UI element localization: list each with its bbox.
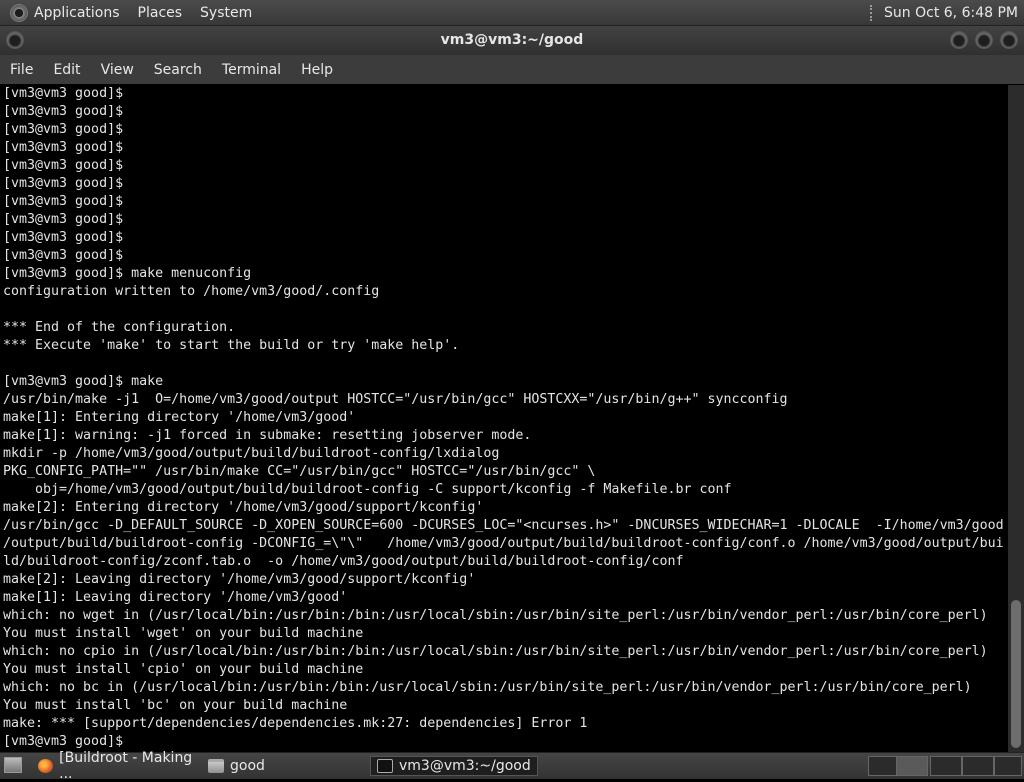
terminal-line: [vm3@vm3 good]$ <box>3 212 124 227</box>
terminal-line: make[1]: Entering directory '/home/vm3/g… <box>3 410 356 425</box>
bottom-panel: [Buildroot - Making ... good vm3@vm3:~/g… <box>0 750 1024 782</box>
workspace-1[interactable] <box>896 756 928 776</box>
close-button[interactable] <box>1000 31 1018 49</box>
places-menu[interactable]: Places <box>138 5 183 21</box>
terminal-line: ld/buildroot-config/zconf.tab.o -o /home… <box>3 554 684 569</box>
gnome-foot-icon[interactable] <box>10 3 28 22</box>
terminal-line: *** End of the configuration. <box>3 320 236 335</box>
terminal-line: [vm3@vm3 good]$ make <box>3 374 164 389</box>
task-label: good <box>230 758 265 774</box>
workspace-2[interactable] <box>930 756 962 776</box>
task-label: vm3@vm3:~/good <box>399 758 531 774</box>
terminal-line: You must install 'wget' on your build ma… <box>3 626 364 641</box>
terminal-line: PKG_CONFIG_PATH="" /usr/bin/make CC="/us… <box>3 464 596 479</box>
terminal-line: make[1]: Leaving directory '/home/vm3/go… <box>3 590 348 605</box>
menu-search[interactable]: Search <box>154 62 202 78</box>
minimize-button[interactable] <box>950 31 968 49</box>
menu-file[interactable]: File <box>10 62 33 78</box>
terminal-line: /usr/bin/gcc -D_DEFAULT_SOURCE -D_XOPEN_… <box>3 518 1004 533</box>
terminal-line: which: no wget in (/usr/local/bin:/usr/b… <box>3 608 988 623</box>
terminal-line: /usr/bin/make -j1 O=/home/vm3/good/outpu… <box>3 392 788 407</box>
terminal-line: /output/build/buildroot-config -DCONFIG_… <box>3 536 1004 551</box>
terminal-line: [vm3@vm3 good]$ make menuconfig <box>3 266 252 281</box>
terminal-line: which: no cpio in (/usr/local/bin:/usr/b… <box>3 644 988 659</box>
terminal-line: make: *** [support/dependencies/dependen… <box>3 716 588 731</box>
task-browser[interactable]: [Buildroot - Making ... <box>32 750 202 782</box>
terminal-line: make[1]: warning: -j1 forced in submake:… <box>3 428 532 443</box>
menu-terminal[interactable]: Terminal <box>222 62 281 78</box>
terminal-line: You must install 'bc' on your build mach… <box>3 698 348 713</box>
terminal-line: configuration written to /home/vm3/good/… <box>3 284 380 299</box>
terminal-line: [vm3@vm3 good]$ <box>3 248 124 263</box>
show-desktop-icon[interactable] <box>4 757 22 773</box>
clock[interactable]: Sun Oct 6, 6:48 PM <box>884 5 1018 21</box>
panel-handle-icon <box>870 4 876 21</box>
terminal-line: [vm3@vm3 good]$ <box>3 122 124 137</box>
task-terminal[interactable]: vm3@vm3:~/good <box>370 756 538 776</box>
terminal-icon <box>377 759 393 773</box>
terminal-line: [vm3@vm3 good]$ <box>3 158 124 173</box>
terminal-line: *** Execute 'make' to start the build or… <box>3 338 460 353</box>
terminal-line: [vm3@vm3 good]$ <box>3 230 124 245</box>
terminal-scrollbar[interactable] <box>1008 85 1024 752</box>
terminal-line: You must install 'cpio' on your build ma… <box>3 662 364 677</box>
workspace-3[interactable] <box>962 756 994 776</box>
menu-view[interactable]: View <box>101 62 134 78</box>
terminal-output[interactable]: [vm3@vm3 good]$ [vm3@vm3 good]$ [vm3@vm3 g… <box>0 85 1008 752</box>
terminal-line: obj=/home/vm3/good/output/build/buildroo… <box>3 482 732 497</box>
applications-menu[interactable]: Applications <box>34 5 120 21</box>
task-label: [Buildroot - Making ... <box>59 750 193 782</box>
terminal-line: [vm3@vm3 good]$ <box>3 140 124 155</box>
terminal-line: make[2]: Entering directory '/home/vm3/g… <box>3 500 484 515</box>
menu-edit[interactable]: Edit <box>53 62 80 78</box>
terminal-line: which: no bc in (/usr/local/bin:/usr/bin… <box>3 680 972 695</box>
system-menu[interactable]: System <box>200 5 252 21</box>
terminal-text: [vm3@vm3 good]$ [vm3@vm3 good]$ [vm3@vm3 g… <box>0 85 1008 751</box>
window-title: vm3@vm3:~/good <box>440 32 584 48</box>
terminal-line: [vm3@vm3 good]$ <box>3 86 124 101</box>
terminal-line: [vm3@vm3 good]$ <box>3 194 124 209</box>
folder-icon <box>208 759 224 773</box>
terminal-line: make[2]: Leaving directory '/home/vm3/go… <box>3 572 476 587</box>
maximize-button[interactable] <box>975 31 993 49</box>
workspace-4[interactable] <box>994 756 1022 776</box>
terminal-line: [vm3@vm3 good]$ <box>3 176 124 191</box>
scrollbar-thumb[interactable] <box>1011 600 1021 748</box>
terminal-menubar: File Edit View Search Terminal Help <box>0 55 1024 84</box>
window-titlebar[interactable]: vm3@vm3:~/good <box>0 26 1024 55</box>
terminal-line: mkdir -p /home/vm3/good/output/build/bui… <box>3 446 500 461</box>
terminal-line: [vm3@vm3 good]$ <box>3 734 124 749</box>
task-folder[interactable]: good <box>202 756 366 776</box>
terminal-line: [vm3@vm3 good]$ <box>3 104 124 119</box>
menu-help[interactable]: Help <box>301 62 333 78</box>
top-panel: Applications Places System Sun Oct 6, 6:… <box>0 0 1024 26</box>
firefox-icon <box>38 759 54 773</box>
